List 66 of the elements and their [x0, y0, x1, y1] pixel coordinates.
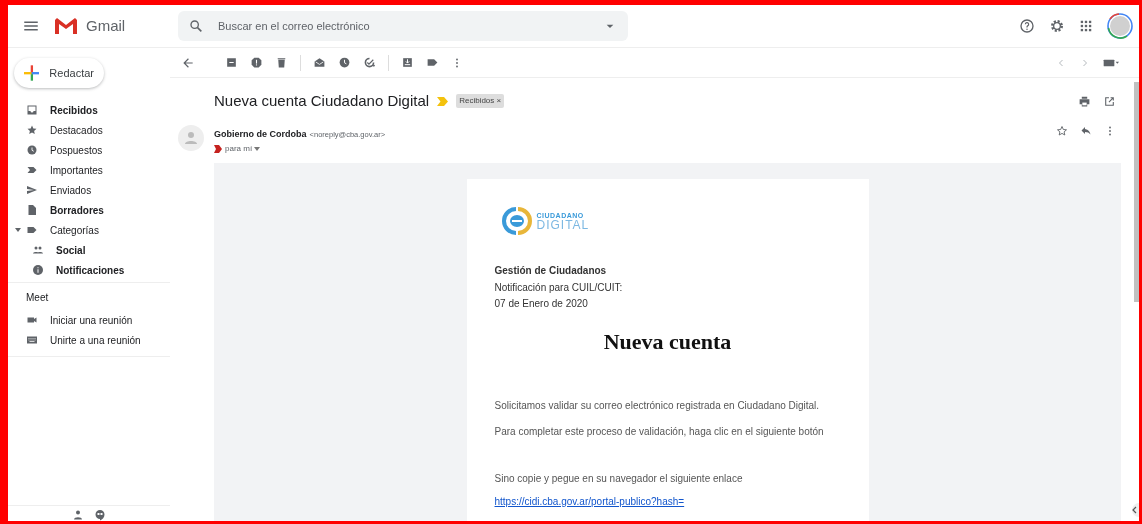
- logo-text: DIGITAL: [536, 218, 590, 231]
- label-chip[interactable]: Recibidos ×: [456, 94, 505, 109]
- gmail-logo-icon: [54, 17, 78, 35]
- sidebar-item[interactable]: Iniciar una reunión: [8, 310, 133, 330]
- help-icon[interactable]: [1019, 18, 1035, 34]
- label-icon[interactable]: [426, 56, 439, 69]
- caret-icon: [254, 146, 261, 151]
- search-field[interactable]: Buscar en el correo electrónico: [216, 16, 590, 36]
- sidebar-item[interactable]: Unirte a una reunión: [8, 330, 141, 350]
- add-task-icon[interactable]: [363, 56, 376, 69]
- info-icon: [32, 264, 44, 276]
- sender-avatar-icon: [178, 124, 204, 151]
- email-paragraph: Para completar este proceso de validación, haga clic en el siguiente botón: [494, 424, 825, 439]
- email-subject: Nueva cuenta Ciudadano Digital: [214, 91, 430, 111]
- file-icon: [26, 204, 38, 216]
- delete-icon[interactable]: [275, 56, 288, 69]
- apps-grid-icon[interactable]: [1079, 19, 1093, 33]
- inbox-icon: [26, 104, 38, 116]
- section-title: Meet: [25, 291, 49, 305]
- clock-icon[interactable]: [338, 56, 351, 69]
- settings-icon[interactable]: [1049, 18, 1065, 34]
- star-icon[interactable]: [1056, 124, 1068, 137]
- sidebar-item[interactable]: Pospuestos: [8, 140, 103, 160]
- sidebar-item[interactable]: Importantes: [8, 160, 103, 180]
- email-paragraph: Solicitamos validar su correo electrónico registrada en Ciudadano Digital.: [494, 398, 821, 413]
- sidebar-item[interactable]: Categorías: [8, 220, 99, 240]
- email-title: Nueva cuenta: [602, 327, 733, 356]
- ciudadano-digital-logo-icon: [500, 207, 533, 235]
- search-icon[interactable]: [188, 18, 204, 34]
- open-in-new-window-icon[interactable]: [1103, 94, 1116, 108]
- expand-caret-icon[interactable]: [14, 226, 22, 234]
- recipient-dropdown[interactable]: para mí: [225, 143, 261, 155]
- email-paragraph: Sino copie y pegue en su navegador el siguiente enlace: [494, 471, 744, 486]
- label-icon: [26, 224, 38, 236]
- importance-marker-icon[interactable]: [437, 96, 449, 106]
- sidebar-item[interactable]: Recibidos: [8, 100, 98, 120]
- star-icon: [26, 124, 38, 136]
- email-text: 07 de Enero de 2020: [494, 297, 589, 311]
- avatar-icon[interactable]: [1107, 13, 1133, 39]
- email-heading: Gestión de Ciudadanos: [494, 264, 608, 278]
- sidebar-item[interactable]: Social: [8, 240, 86, 260]
- person-icon[interactable]: [72, 509, 84, 521]
- clock-icon: [26, 144, 38, 156]
- sender-name: Gobierno de Cordoba: [214, 128, 307, 139]
- sidebar-item[interactable]: Enviados: [8, 180, 92, 200]
- search-bar[interactable]: Buscar en el correo electrónico: [178, 11, 628, 41]
- sidebar-item[interactable]: Destacados: [8, 120, 103, 140]
- important-icon: [26, 164, 38, 176]
- envelope-icon[interactable]: [313, 56, 326, 69]
- send-icon: [26, 184, 38, 196]
- validation-link[interactable]: https://cidi.cba.gov.ar/portal-publico?hash=: [494, 495, 685, 507]
- email-text: Notificación para CUIL/CUIT:: [494, 280, 624, 295]
- people-icon: [32, 244, 44, 256]
- archive-icon[interactable]: [225, 56, 238, 69]
- no-importance-icon: [214, 145, 222, 153]
- app-name: Gmail: [86, 15, 126, 36]
- chat-bubble-icon[interactable]: [94, 509, 106, 521]
- compose-button[interactable]: Redactar: [14, 58, 104, 88]
- sidebar-item[interactable]: Borradores: [8, 200, 104, 220]
- move-icon[interactable]: [401, 56, 414, 69]
- sidebar-item[interactable]: Notificaciones: [8, 260, 125, 280]
- scrollbar-thumb[interactable]: [1134, 82, 1139, 302]
- keyboard-icon: [26, 334, 38, 346]
- print-icon[interactable]: [1078, 94, 1091, 108]
- report-icon[interactable]: [250, 56, 263, 69]
- plus-icon: [24, 65, 40, 81]
